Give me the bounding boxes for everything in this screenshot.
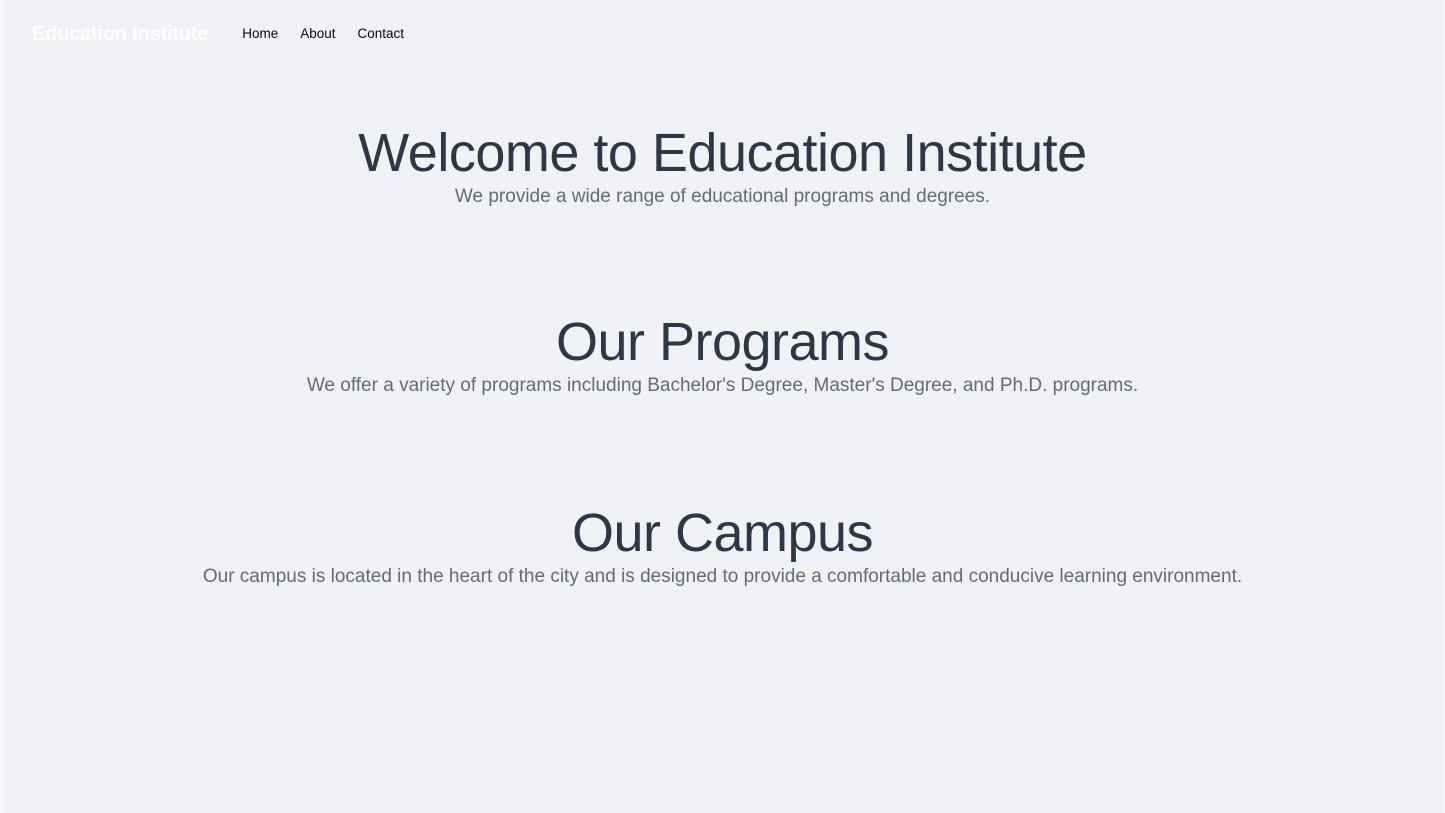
hero-section: Welcome to Education Institute We provid…	[4, 123, 1441, 211]
nav-item-contact: Contact	[358, 25, 405, 43]
programs-description: We offer a variety of programs including…	[306, 375, 1139, 397]
campus-title: Our Campus	[571, 502, 874, 563]
campus-description: Our campus is located in the heart of th…	[202, 565, 1243, 587]
nav-item-home: Home	[242, 25, 278, 43]
programs-section: Our Programs We offer a variety of progr…	[4, 311, 1441, 400]
nav-link-about[interactable]: About	[300, 26, 335, 41]
nav-link-home[interactable]: Home	[242, 26, 278, 41]
programs-title: Our Programs	[555, 311, 890, 372]
nav-item-about: About	[300, 25, 335, 43]
campus-section: Our Campus Our campus is located in the …	[4, 502, 1441, 591]
hero-title: Welcome to Education Institute	[358, 123, 1087, 183]
main-navbar: Education Institute Home About Contact	[4, 0, 1441, 68]
page-root: Education Institute Home About Contact W…	[0, 0, 1445, 813]
brand-logo[interactable]: Education Institute	[32, 24, 208, 44]
hero-subtitle: We provide a wide range of educational p…	[454, 186, 991, 208]
nav-links-list: Home About Contact	[242, 25, 404, 43]
nav-link-contact[interactable]: Contact	[358, 26, 405, 41]
